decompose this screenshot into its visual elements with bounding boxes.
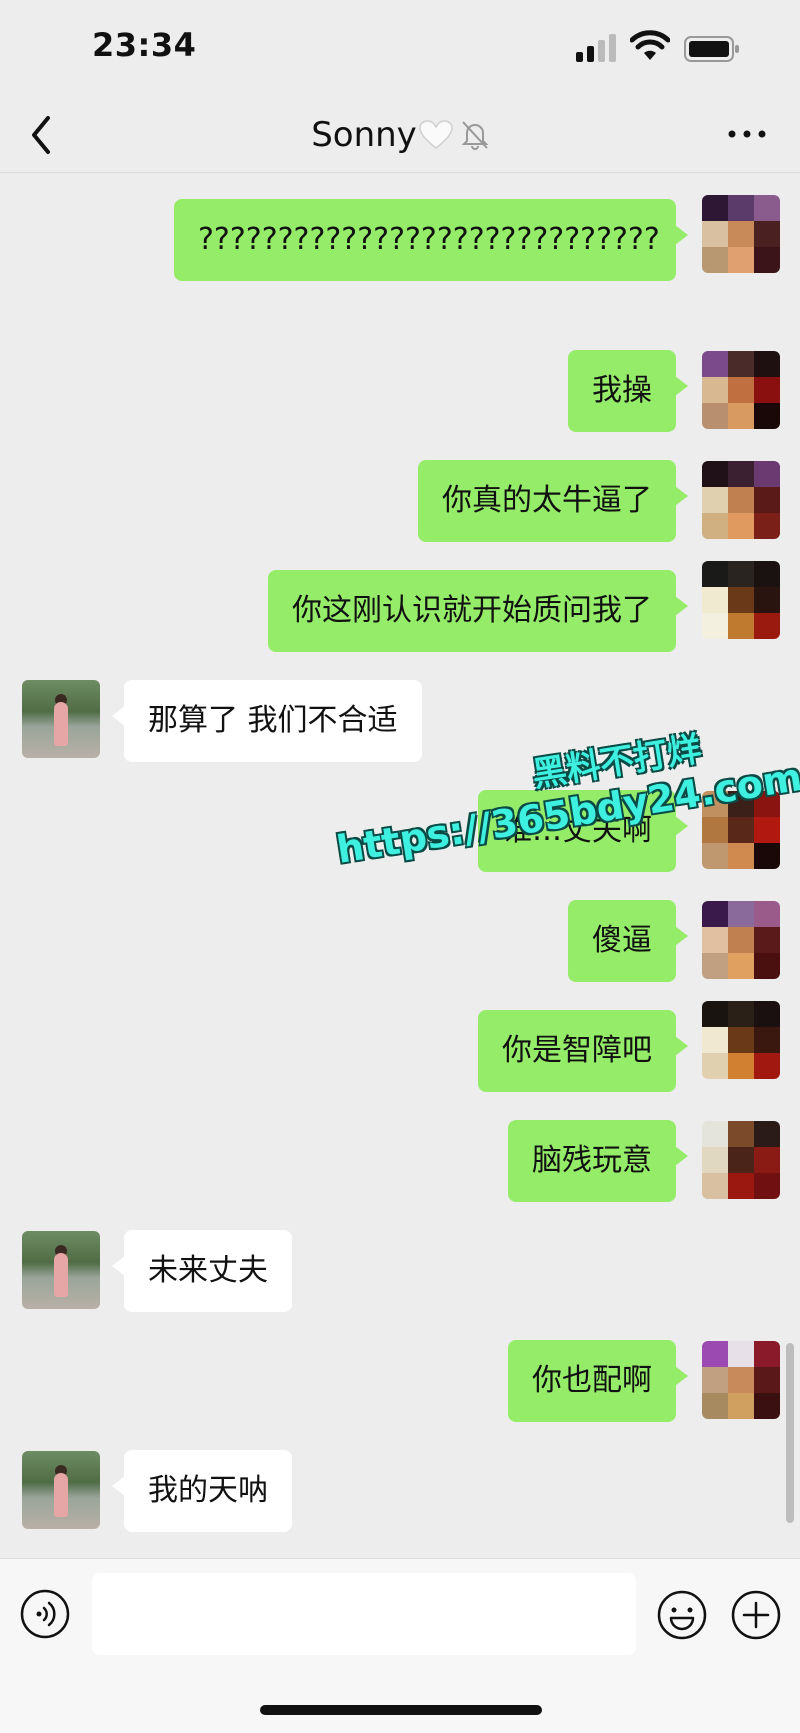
message-bubble-sent[interactable]: ????????????????????????????? (174, 199, 688, 281)
signal-icon (576, 34, 616, 62)
message-bubble-received[interactable]: 我的天呐 (112, 1450, 292, 1532)
avatar-peer[interactable] (22, 680, 100, 758)
message-bubble-sent[interactable]: 脑残玩意 (508, 1120, 688, 1202)
avatar-self[interactable] (702, 351, 780, 429)
avatar-self[interactable] (702, 901, 780, 979)
chat-header: Sonny (0, 100, 800, 173)
message-bubble-sent[interactable]: 你也配啊 (508, 1340, 688, 1422)
plus-icon[interactable] (730, 1589, 782, 1641)
avatar-peer[interactable] (22, 1451, 100, 1529)
avatar-self[interactable] (702, 791, 780, 869)
voice-icon[interactable] (20, 1589, 70, 1639)
status-time: 23:34 (92, 26, 197, 64)
message-bubble-received[interactable]: 未来丈夫 (112, 1230, 292, 1312)
message-bubble-sent[interactable]: 你是智障吧 (478, 1010, 688, 1092)
message-list[interactable]: ????????????????????????????? 我操 你真的太牛逼了… (0, 173, 800, 1558)
avatar-self[interactable] (702, 1121, 780, 1199)
avatar-self[interactable] (702, 1341, 780, 1419)
avatar-self[interactable] (702, 561, 780, 639)
message-bubble-sent[interactable]: 谁…丈夫啊 (478, 790, 688, 872)
message-input[interactable] (92, 1573, 636, 1655)
heart-icon (419, 120, 453, 149)
avatar-self[interactable] (702, 195, 780, 273)
scrollbar[interactable] (786, 1343, 794, 1523)
message-bubble-sent[interactable]: 我操 (568, 350, 688, 432)
home-indicator[interactable] (260, 1705, 542, 1715)
chat-title-wrap: Sonny (0, 110, 800, 160)
avatar-peer[interactable] (22, 1231, 100, 1309)
message-bubble-sent[interactable]: 傻逼 (568, 900, 688, 982)
chat-title[interactable]: Sonny (311, 115, 417, 155)
emoji-icon[interactable] (656, 1589, 708, 1641)
battery-icon (684, 36, 739, 62)
message-bubble-received[interactable]: 那算了 我们不合适 (112, 680, 422, 762)
status-bar: 23:34 (0, 0, 800, 100)
wifi-icon (630, 30, 670, 60)
message-bubble-sent[interactable]: 你这刚认识就开始质问我了 (268, 570, 688, 652)
message-bubble-sent[interactable]: 你真的太牛逼了 (418, 460, 688, 542)
mute-bell-icon (461, 121, 489, 150)
more-icon[interactable] (722, 114, 772, 154)
avatar-self[interactable] (702, 461, 780, 539)
avatar-self[interactable] (702, 1001, 780, 1079)
input-bar (0, 1558, 800, 1733)
